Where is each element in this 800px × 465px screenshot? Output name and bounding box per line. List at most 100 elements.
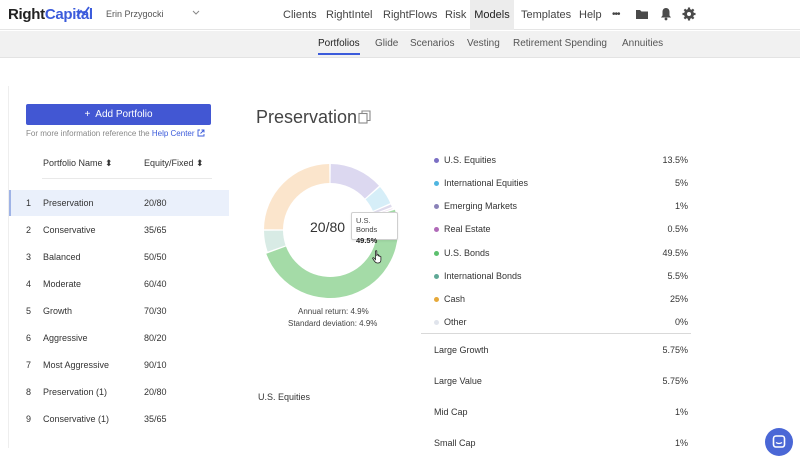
tooltip-label: U.S. Bonds [356,216,378,234]
legend-name: Real Estate [444,224,491,234]
portfolio-list-panel: + Add Portfolio For more information refe… [8,86,230,448]
table-row[interactable]: 4 Moderate 60/40 [9,271,229,297]
breakdown-percent: 5.75% [662,376,688,386]
help-text-body: For more information reference the [26,129,150,138]
row-name: Preservation (1) [43,387,108,397]
tab-glide[interactable]: Glide [375,38,398,49]
chevron-down-icon[interactable] [192,10,200,16]
row-mix: 50/50 [144,252,167,262]
row-name: Growth [43,306,73,316]
table-row[interactable]: 8 Preservation (1) 20/80 [9,379,229,405]
column-header-mix[interactable]: Equity/Fixed ⬍ [144,158,204,169]
row-mix: 90/10 [144,360,167,370]
annual-return: Annual return: 4.9% [298,307,369,316]
table-row[interactable]: 1 Preservation 20/80 [9,190,229,216]
legend-dot [434,297,439,302]
table-row[interactable]: 9 Conservative (1) 35/65 [9,406,229,432]
row-number: 6 [26,333,32,343]
tab-vesting[interactable]: Vesting [467,38,500,49]
legend-dot [434,227,439,232]
legend-name: U.S. Equities [444,155,497,165]
chat-support-button[interactable] [765,428,793,456]
legend-percent: 0.5% [667,224,688,234]
row-name: Aggressive [43,333,88,343]
equity-fixed-ratio: 20/80 [310,219,346,235]
row-mix: 20/80 [144,198,167,208]
folder-icon[interactable] [635,8,649,20]
breakdown-name: Large Value [434,376,482,386]
tab-retirement-spending[interactable]: Retirement Spending [513,38,607,49]
copy-icon[interactable] [358,110,371,124]
nav-models[interactable]: Models [470,0,514,30]
row-mix: 70/30 [144,306,167,316]
legend-name: U.S. Bonds [444,248,490,258]
row-number: 1 [26,198,32,208]
row-number: 3 [26,252,32,262]
nav-rightintel[interactable]: RightIntel [322,0,376,30]
standard-deviation: Standard deviation: 4.9% [288,319,378,328]
row-name: Preservation [43,198,94,208]
legend-name: International Equities [444,178,529,188]
help-center-link[interactable]: Help Center [152,129,195,138]
legend-item: U.S. Bonds 49.5% [434,248,688,260]
portfolio-title: Preservation [256,107,358,127]
nav-help[interactable]: Help [575,0,606,30]
table-row[interactable]: 2 Conservative 35/65 [9,217,229,243]
breakdown-percent: 1% [674,438,688,448]
row-mix: 80/20 [144,333,167,343]
donut-slice-u-s-equities[interactable] [330,164,379,199]
nav-templates[interactable]: Templates [517,0,575,30]
table-row[interactable]: 6 Aggressive 80/20 [9,325,229,351]
hand-cursor-icon [372,250,382,264]
column-header-name[interactable]: Portfolio Name ⬍ [43,158,113,169]
row-number: 8 [26,387,32,397]
chart-tooltip: U.S. Bonds 49.5% [351,212,398,245]
tab-portfolios[interactable]: Portfolios [318,38,360,55]
table-row[interactable]: 7 Most Aggressive 90/10 [9,352,229,378]
table-row[interactable]: 5 Growth 70/30 [9,298,229,324]
tab-scenarios[interactable]: Scenarios [410,38,454,49]
external-link-icon[interactable] [197,129,205,137]
legend-dot [434,274,439,279]
gear-icon[interactable] [682,7,696,21]
legend-name: Other [444,317,467,327]
row-number: 7 [26,360,32,370]
legend-percent: 5.5% [667,271,688,281]
tab-annuities[interactable]: Annuities [622,38,663,49]
models-subnav: Portfolios Glide Scenarios Vesting Retir… [0,31,800,58]
column-mix-label: Equity/Fixed [144,158,194,168]
column-name-label: Portfolio Name [43,158,103,168]
legend-dot [434,204,439,209]
legend-dot [434,181,439,186]
breakdown-group-label: U.S. Equities [258,392,311,402]
add-portfolio-label: Add Portfolio [95,109,153,120]
nav-risk[interactable]: Risk [441,0,470,30]
header-divider [42,178,212,179]
legend-percent: 25% [669,294,688,304]
row-mix: 60/40 [144,279,167,289]
legend-name: Emerging Markets [444,201,518,211]
nav-clients[interactable]: Clients [279,0,321,30]
user-name[interactable]: Erin Przygocki [106,9,164,19]
sort-icon: ⬍ [105,158,113,168]
breakdown-percent: 5.75% [662,345,688,355]
legend-percent: 5% [674,178,688,188]
legend-dot [434,320,439,325]
section-divider [421,333,691,334]
legend-percent: 13.5% [662,155,688,165]
more-icon[interactable]: ••• [608,0,624,30]
add-portfolio-button[interactable]: + Add Portfolio [26,104,211,125]
sort-icon: ⬍ [196,158,204,168]
row-number: 9 [26,414,32,424]
bell-icon[interactable] [660,7,672,21]
breakdown-name: Mid Cap [434,407,468,417]
row-name: Moderate [43,279,82,289]
help-text: For more information reference the Help … [26,129,205,138]
legend-dot [434,158,439,163]
breakdown-name: Large Growth [434,345,489,355]
table-row[interactable]: 3 Balanced 50/50 [9,244,229,270]
legend-name: International Bonds [444,271,522,281]
legend-item: International Bonds 5.5% [434,271,688,283]
nav-rightflows[interactable]: RightFlows [379,0,441,30]
top-navigation-bar: RightCapital Erin Przygocki Clients Righ… [0,0,800,30]
